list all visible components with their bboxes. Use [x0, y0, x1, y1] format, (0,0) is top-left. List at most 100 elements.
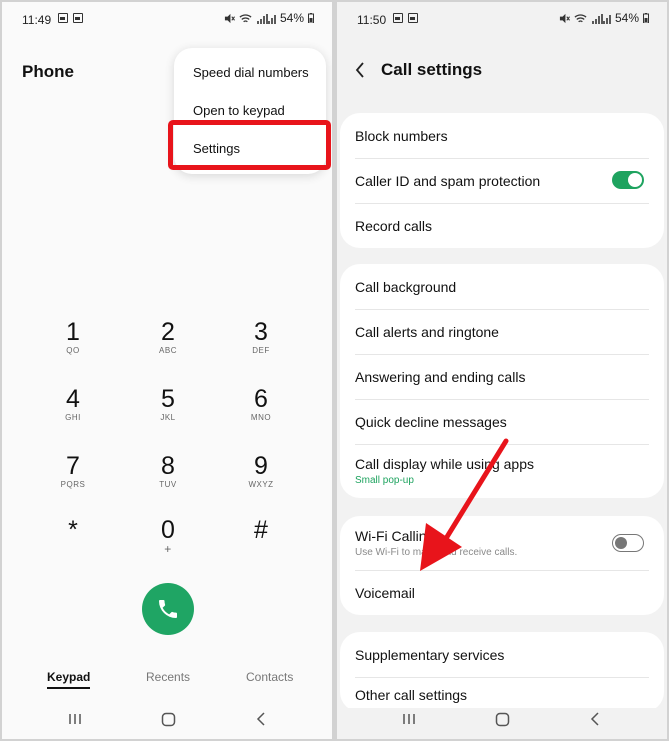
key-letters: ABC — [159, 346, 177, 355]
settings-header: Call settings — [355, 60, 482, 80]
key-0[interactable]: 0 + — [133, 516, 203, 556]
key-letters: TUV — [159, 480, 177, 489]
notification-icons — [393, 13, 418, 23]
setting-other-call[interactable]: Other call settings — [340, 677, 664, 703]
key-8[interactable]: 8 TUV — [133, 452, 203, 490]
menu-item-speed-dial[interactable]: Speed dial numbers — [174, 54, 326, 92]
caller-id-toggle[interactable] — [612, 171, 644, 189]
wifi-icon — [239, 13, 252, 22]
setting-label: Quick decline messages — [355, 413, 507, 430]
home-nav-icon[interactable] — [495, 712, 510, 727]
status-bar: 11:49 54% — [2, 2, 332, 40]
key-letters: JKL — [160, 413, 176, 422]
key-1[interactable]: 1 QO — [38, 318, 108, 356]
gallery-icon — [58, 13, 68, 23]
pointer-arrow-icon — [420, 438, 509, 571]
status-time: 11:49 — [22, 13, 52, 27]
phone-app-screen: 11:49 54% Phone Speed dial numbers Open … — [2, 2, 332, 739]
key-digit: 1 — [66, 318, 80, 346]
mute-icon — [559, 13, 570, 23]
key-letters: PQRS — [60, 480, 86, 489]
key-6[interactable]: 6 MNO — [226, 385, 296, 423]
key-digit: 8 — [161, 452, 175, 480]
gallery-icon — [393, 13, 403, 23]
key-letters: MNO — [250, 413, 272, 422]
back-nav-icon[interactable] — [590, 712, 600, 726]
key-digit: 4 — [66, 385, 80, 413]
status-icons: 54% — [559, 11, 649, 25]
recents-nav-icon[interactable] — [402, 712, 416, 726]
phone-icon — [159, 600, 177, 618]
signal-icon — [257, 13, 276, 24]
call-button[interactable] — [142, 583, 194, 635]
status-icons: 54% — [224, 11, 314, 25]
setting-label: Call alerts and ringtone — [355, 323, 499, 340]
setting-call-alerts[interactable]: Call alerts and ringtone — [340, 309, 664, 354]
key-digit: 5 — [161, 385, 175, 413]
key-digit: 0 — [161, 516, 175, 544]
key-digit: # — [254, 516, 268, 544]
sim-icon — [408, 13, 418, 23]
settings-highlight-box — [168, 120, 331, 170]
key-star[interactable]: * — [38, 516, 108, 554]
sim-icon — [73, 13, 83, 23]
key-digit: 3 — [254, 318, 268, 346]
key-letters: + — [164, 542, 172, 556]
call-settings-screen: 11:50 54% Call settings Block numbers Ca… — [337, 2, 667, 739]
page-title: Phone — [22, 62, 74, 81]
setting-supplementary[interactable]: Supplementary services — [340, 632, 664, 677]
tab-keypad[interactable]: Keypad — [47, 670, 91, 689]
home-nav-icon[interactable] — [161, 712, 176, 727]
setting-block-numbers[interactable]: Block numbers — [340, 113, 664, 158]
setting-label: Supplementary services — [355, 646, 505, 663]
back-arrow-icon[interactable] — [355, 61, 365, 79]
nav-bar — [2, 708, 332, 732]
key-letters: WXYZ — [248, 480, 274, 489]
key-letters: QO — [66, 346, 80, 355]
key-digit: 9 — [254, 452, 268, 480]
back-nav-icon[interactable] — [256, 712, 266, 726]
key-letters: DEF — [252, 346, 270, 355]
bottom-tabs: Keypad Recents Contacts — [2, 670, 332, 690]
key-9[interactable]: 9 WXYZ — [226, 452, 296, 490]
setting-label: Record calls — [355, 217, 433, 234]
setting-label: Answering and ending calls — [355, 368, 526, 385]
battery-icon — [643, 13, 649, 23]
recents-nav-icon[interactable] — [68, 712, 82, 726]
wifi-calling-toggle[interactable] — [612, 534, 644, 552]
tab-contacts[interactable]: Contacts — [246, 670, 293, 684]
battery-icon — [308, 13, 314, 23]
setting-record-calls[interactable]: Record calls — [340, 203, 664, 248]
key-4[interactable]: 4 GHI — [38, 385, 108, 423]
key-5[interactable]: 5 JKL — [133, 385, 203, 423]
page-title: Call settings — [381, 60, 483, 79]
key-2[interactable]: 2 ABC — [133, 318, 203, 356]
notification-icons — [58, 13, 83, 23]
key-hash[interactable]: # — [226, 516, 296, 554]
key-letters: GHI — [65, 413, 81, 422]
status-bar: 11:50 54% — [337, 2, 667, 40]
nav-bar — [337, 708, 667, 739]
battery-percent: 54% — [614, 11, 639, 25]
key-digit: * — [68, 516, 78, 544]
setting-caller-id[interactable]: Caller ID and spam protection — [340, 158, 664, 203]
setting-label: Call background — [355, 278, 457, 295]
tab-recents[interactable]: Recents — [146, 670, 190, 684]
key-digit: 2 — [161, 318, 175, 346]
key-digit: 7 — [66, 452, 80, 480]
key-letters — [226, 544, 296, 554]
wifi-icon — [574, 13, 587, 22]
key-7[interactable]: 7 PQRS — [38, 452, 108, 490]
status-time: 11:50 — [357, 13, 387, 27]
setting-call-background[interactable]: Call background — [340, 264, 664, 309]
key-3[interactable]: 3 DEF — [226, 318, 296, 356]
setting-answering-ending[interactable]: Answering and ending calls — [340, 354, 664, 399]
signal-icon — [592, 13, 611, 24]
mute-icon — [224, 13, 235, 23]
setting-label: Voicemail — [355, 584, 415, 601]
setting-label: Other call settings — [355, 687, 468, 703]
setting-label: Block numbers — [355, 127, 448, 144]
settings-group-1: Block numbers Caller ID and spam protect… — [340, 113, 664, 248]
battery-percent: 54% — [279, 11, 304, 25]
settings-group-4: Supplementary services Other call settin… — [340, 632, 664, 712]
